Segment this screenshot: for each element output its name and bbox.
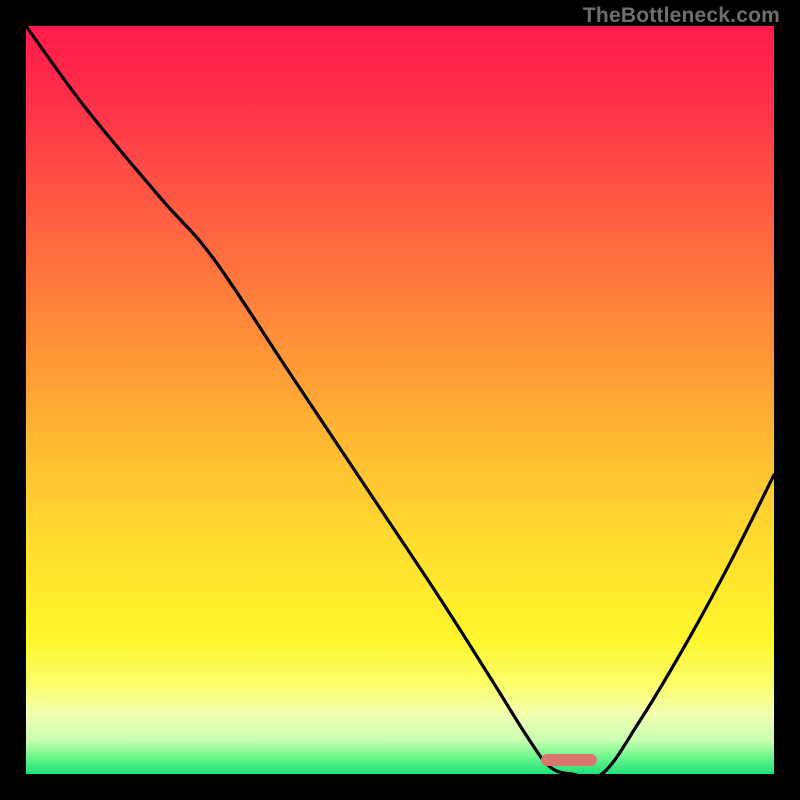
- optimal-marker: [541, 754, 597, 766]
- bottleneck-curve: [26, 26, 774, 774]
- watermark-text: TheBottleneck.com: [583, 4, 780, 28]
- plot-area: [26, 26, 774, 774]
- chart-container: TheBottleneck.com: [0, 0, 800, 800]
